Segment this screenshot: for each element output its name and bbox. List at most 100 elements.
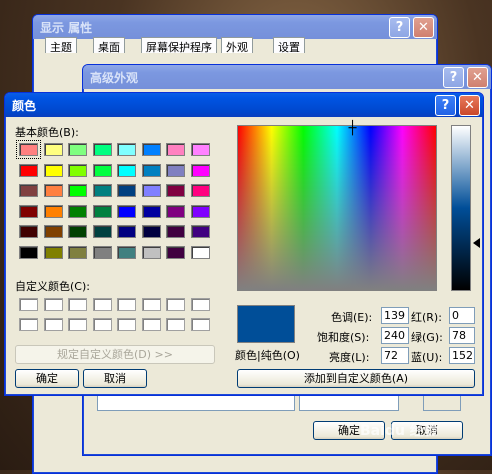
basic-color-swatch[interactable] <box>43 184 63 197</box>
luminance-label: 亮度(L): <box>329 351 370 364</box>
basic-color-swatch[interactable] <box>92 204 112 218</box>
basic-color-swatch[interactable] <box>166 143 185 156</box>
basic-color-swatch[interactable] <box>92 163 112 177</box>
custom-color-swatch[interactable] <box>92 298 112 311</box>
custom-color-swatch[interactable] <box>141 318 161 331</box>
basic-color-swatch[interactable] <box>166 225 185 238</box>
custom-color-swatch[interactable] <box>19 318 38 331</box>
cancel-button[interactable]: 取消 <box>83 369 147 388</box>
luminance-arrow-icon[interactable] <box>473 238 480 248</box>
tab-settings[interactable]: 设置 <box>273 37 305 54</box>
help-button[interactable]: ? <box>389 17 410 38</box>
basic-color-swatch[interactable] <box>141 143 161 156</box>
define-custom-colors-button[interactable]: 规定自定义颜色(D) >> <box>15 345 215 364</box>
size-spinner[interactable] <box>299 395 399 411</box>
color-dropdown[interactable] <box>423 395 461 411</box>
close-button[interactable]: ✕ <box>459 95 480 116</box>
basic-color-swatch[interactable] <box>43 163 63 177</box>
basic-color-swatch[interactable] <box>141 184 161 197</box>
basic-color-swatch[interactable] <box>68 245 87 259</box>
basic-color-swatch[interactable] <box>92 143 112 156</box>
basic-colors-label: 基本颜色(B): <box>15 126 79 139</box>
close-button[interactable]: ✕ <box>467 67 488 88</box>
custom-color-swatch[interactable] <box>43 298 63 311</box>
custom-color-swatch[interactable] <box>141 298 161 311</box>
basic-color-swatch[interactable] <box>92 225 112 238</box>
basic-color-swatch[interactable] <box>19 245 38 259</box>
luminance-slider[interactable] <box>451 125 471 291</box>
display-properties-titlebar: 显示 属性 ? ✕ <box>33 15 437 39</box>
basic-color-swatch[interactable] <box>117 143 136 156</box>
custom-color-swatch[interactable] <box>190 298 210 311</box>
help-button[interactable]: ? <box>443 67 464 88</box>
luminance-input[interactable]: 72 <box>381 347 409 364</box>
custom-color-swatch[interactable] <box>117 318 136 331</box>
custom-color-swatch[interactable] <box>166 318 185 331</box>
help-button[interactable]: ? <box>435 95 456 116</box>
basic-color-swatch[interactable] <box>19 163 38 177</box>
basic-color-swatch[interactable] <box>19 204 38 218</box>
close-button[interactable]: ✕ <box>413 17 434 38</box>
basic-color-swatch[interactable] <box>190 184 210 197</box>
basic-color-swatch[interactable] <box>43 143 63 156</box>
basic-color-swatch[interactable] <box>141 245 161 259</box>
green-input[interactable]: 78 <box>449 327 475 344</box>
basic-color-swatch[interactable] <box>19 225 38 238</box>
basic-color-swatch[interactable] <box>190 245 210 259</box>
custom-color-swatch[interactable] <box>166 298 185 311</box>
basic-color-swatch[interactable] <box>117 163 136 177</box>
basic-color-swatch[interactable] <box>68 204 87 218</box>
custom-color-swatch[interactable] <box>92 318 112 331</box>
basic-color-swatch[interactable] <box>43 225 63 238</box>
custom-color-swatch[interactable] <box>43 318 63 331</box>
add-to-custom-colors-button[interactable]: 添加到自定义颜色(A) <box>237 369 475 388</box>
custom-color-swatch[interactable] <box>68 298 87 311</box>
crosshair-cursor[interactable]: ┼ <box>346 122 359 137</box>
blue-label: 蓝(U): <box>411 351 443 364</box>
color-dialog: 颜色 ? ✕ 基本颜色(B): 自定义颜色(C): 规定自定义颜色(D) >> … <box>4 92 484 396</box>
basic-color-swatch[interactable] <box>16 140 41 159</box>
basic-color-swatch[interactable] <box>117 225 136 238</box>
basic-color-swatch[interactable] <box>43 204 63 218</box>
tab-theme[interactable]: 主题 <box>45 37 77 54</box>
basic-color-swatch[interactable] <box>68 143 87 156</box>
basic-color-swatch[interactable] <box>141 204 161 218</box>
basic-color-swatch[interactable] <box>141 163 161 177</box>
custom-colors-label: 自定义颜色(C): <box>15 280 90 293</box>
basic-color-swatch[interactable] <box>19 184 38 197</box>
basic-color-swatch[interactable] <box>117 245 136 259</box>
saturation-input[interactable]: 240 <box>381 327 409 344</box>
combo-box[interactable] <box>97 395 295 411</box>
basic-color-swatch[interactable] <box>68 184 87 197</box>
tab-appearance[interactable]: 外观 <box>221 37 253 54</box>
display-properties-title: 显示 属性 <box>40 21 93 35</box>
basic-color-swatch[interactable] <box>166 163 185 177</box>
custom-color-swatch[interactable] <box>19 298 38 311</box>
basic-color-swatch[interactable] <box>166 245 185 259</box>
basic-color-swatch[interactable] <box>92 184 112 197</box>
color-spectrum[interactable]: ┼ <box>237 122 437 291</box>
basic-color-swatch[interactable] <box>92 245 112 259</box>
basic-color-swatch[interactable] <box>68 163 87 177</box>
red-input[interactable]: 0 <box>449 307 475 324</box>
basic-color-swatch[interactable] <box>190 225 210 238</box>
hue-input[interactable]: 139 <box>381 307 409 324</box>
custom-color-swatch[interactable] <box>190 318 210 331</box>
basic-color-swatch[interactable] <box>166 184 185 197</box>
red-label: 红(R): <box>411 311 442 324</box>
basic-color-swatch[interactable] <box>166 204 185 218</box>
basic-color-swatch[interactable] <box>117 204 136 218</box>
basic-color-swatch[interactable] <box>190 163 210 177</box>
blue-input[interactable]: 152 <box>449 347 475 364</box>
basic-color-swatch[interactable] <box>141 225 161 238</box>
custom-color-swatch[interactable] <box>117 298 136 311</box>
basic-color-swatch[interactable] <box>117 184 136 197</box>
basic-color-swatch[interactable] <box>43 245 63 259</box>
tab-desktop[interactable]: 桌面 <box>93 37 125 54</box>
basic-color-swatch[interactable] <box>190 204 210 218</box>
ok-button[interactable]: 确定 <box>15 369 79 388</box>
custom-color-swatch[interactable] <box>68 318 87 331</box>
basic-color-swatch[interactable] <box>68 225 87 238</box>
tab-screensaver[interactable]: 屏幕保护程序 <box>141 37 217 54</box>
basic-color-swatch[interactable] <box>190 143 210 156</box>
